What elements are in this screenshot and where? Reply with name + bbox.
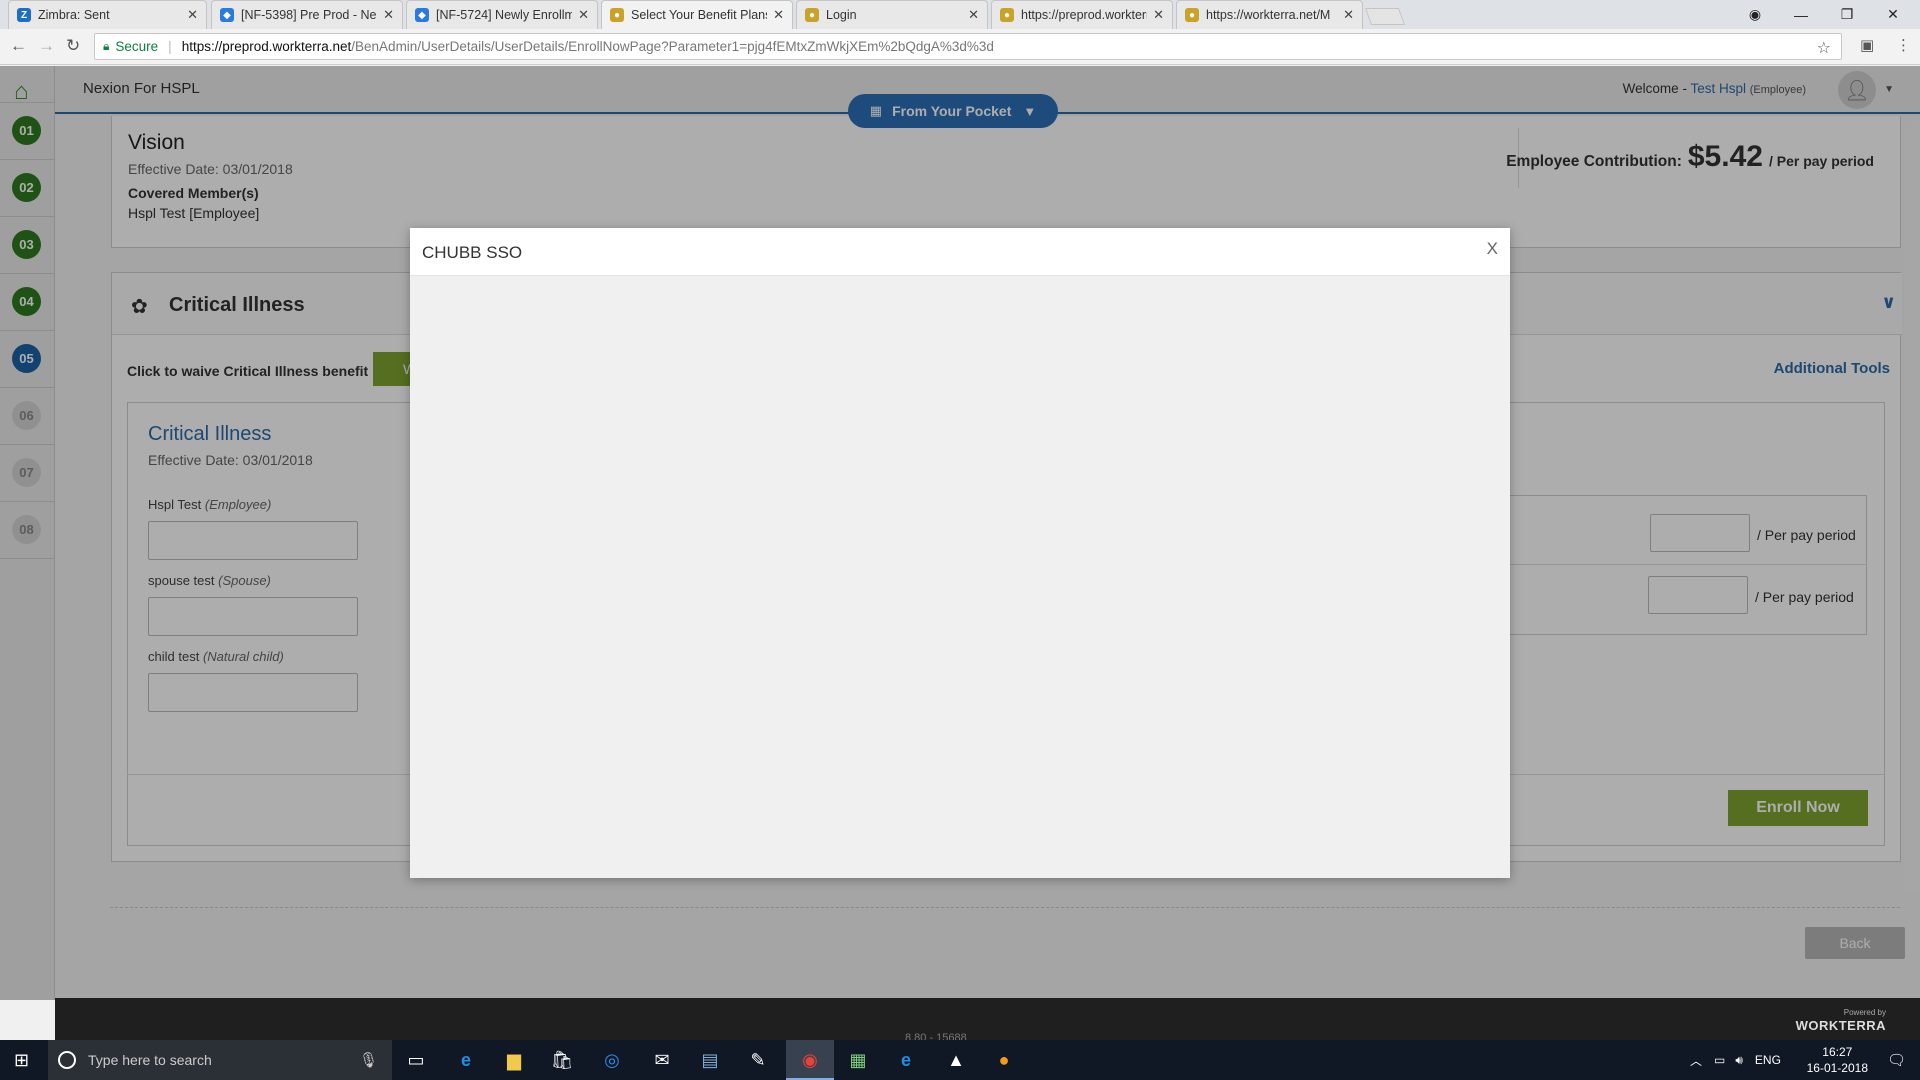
minimize-icon[interactable]: — [1778, 0, 1824, 29]
powered-by-label: Powered by [1843, 1008, 1886, 1017]
powered-by-logo: Powered by WORKTERRA [1796, 1008, 1886, 1035]
taskbar-search[interactable]: Type here to search 🎙︎ [48, 1040, 392, 1080]
edge-icon[interactable]: e [454, 1048, 478, 1072]
tab-label: Select Your Benefit Plans [631, 8, 768, 22]
url-separator: | [168, 39, 172, 54]
calculator-icon[interactable]: ▦ [846, 1048, 870, 1072]
tab-label: https://workterra.net/M [1206, 8, 1331, 22]
tab-close-icon[interactable]: ✕ [383, 7, 394, 23]
profile-icon[interactable]: ◉ [1732, 0, 1778, 29]
browser-tab[interactable]: ◆ [NF-5724] Newly Enrollm ✕ [406, 0, 598, 29]
tab-close-icon[interactable]: ✕ [1343, 7, 1354, 23]
language-indicator[interactable]: ENG [1755, 1053, 1781, 1067]
notes-icon[interactable]: ▤ [698, 1048, 722, 1072]
url-input[interactable]: 🔒︎ Secure | https://preprod.workterra.ne… [94, 33, 1842, 60]
tab-label: [NF-5398] Pre Prod - Ne [241, 8, 377, 22]
tab-favicon-icon: ◆ [415, 8, 429, 22]
volume-icon[interactable]: 🔊︎ [1735, 1053, 1743, 1068]
menu-dots-icon[interactable]: ⋮ [1896, 36, 1911, 54]
windows-taskbar: ⊞ Type here to search 🎙︎ ▭ e ▆ 🛍︎ ◎ ✉ ▤ … [0, 1040, 1920, 1080]
secure-label: Secure [115, 39, 159, 54]
tab-favicon-icon: ● [1000, 8, 1014, 22]
browser-tab[interactable]: ● Login ✕ [796, 0, 988, 29]
taskbar-clock[interactable]: 16:27 16-01-2018 [1807, 1044, 1868, 1076]
internet-explorer-icon[interactable]: e [894, 1048, 918, 1072]
system-tray: ︿ ▭ 🔊︎ ENG [1690, 1040, 1781, 1080]
maximize-icon[interactable]: ❐ [1824, 0, 1870, 29]
url-path: /BenAdmin/UserDetails/UserDetails/Enroll… [351, 39, 994, 54]
mail-icon[interactable]: ✉ [650, 1048, 674, 1072]
modal-title: CHUBB SSO [422, 243, 523, 262]
browser-tab[interactable]: ● https://workterra.net/M ✕ [1176, 0, 1363, 29]
address-bar: ← → ↻ 🔒︎ Secure | https://preprod.workte… [0, 29, 1920, 65]
safari-icon[interactable]: ◎ [600, 1048, 624, 1072]
app-footer: 8.80 - 15688 Powered by WORKTERRA [55, 998, 1920, 1044]
notification-icon[interactable]: 🗨︎ [1887, 1051, 1906, 1069]
tab-label: [NF-5724] Newly Enrollm [436, 8, 573, 22]
tab-close-icon[interactable]: ✕ [578, 7, 589, 23]
modal-close-button[interactable]: X [1487, 239, 1498, 259]
new-tab-button[interactable] [1364, 8, 1406, 25]
lock-icon: 🔒︎ [103, 39, 110, 53]
browser-tab[interactable]: ◆ [NF-5398] Pre Prod - Ne ✕ [211, 0, 403, 29]
cortana-icon [58, 1051, 76, 1069]
extension-icon[interactable]: ▣ [1860, 36, 1874, 54]
bookmark-star-icon[interactable]: ☆ [1817, 38, 1831, 58]
tab-label: Login [826, 8, 857, 22]
firefox-icon[interactable]: ● [992, 1048, 1016, 1072]
tab-favicon-icon: ● [1185, 8, 1199, 22]
browser-tab[interactable]: Z Zimbra: Sent ✕ [8, 0, 207, 29]
photos-icon[interactable]: ▲ [944, 1048, 968, 1072]
microphone-icon[interactable]: 🎙︎ [359, 1051, 378, 1069]
reload-icon[interactable]: ↻ [66, 36, 80, 56]
close-window-icon[interactable]: ✕ [1870, 0, 1916, 29]
windows-start-icon[interactable]: ⊞ [14, 1050, 29, 1071]
browser-tab[interactable]: ● Select Your Benefit Plans ✕ [601, 0, 793, 29]
brand-name: WORKTERRA [1795, 1018, 1886, 1033]
tab-favicon-icon: ● [610, 8, 624, 22]
browser-tab-bar: Z Zimbra: Sent ✕ ◆ [NF-5398] Pre Prod - Ne ✕ ◆… [0, 0, 1920, 29]
tab-favicon-icon: ● [805, 8, 819, 22]
chrome-icon[interactable]: ◉ [798, 1048, 822, 1072]
tab-close-icon[interactable]: ✕ [968, 7, 979, 23]
url-host: https://preprod.workterra.net [181, 39, 352, 54]
file-explorer-icon[interactable]: ▆ [502, 1048, 526, 1072]
search-placeholder: Type here to search [88, 1052, 212, 1068]
tray-expand-icon[interactable]: ︿ [1690, 1052, 1702, 1069]
network-icon[interactable]: ▭ [1714, 1053, 1725, 1067]
paint-icon[interactable]: ✎ [746, 1048, 770, 1072]
back-arrow-icon[interactable]: ← [10, 36, 27, 56]
tab-label: Zimbra: Sent [38, 8, 110, 22]
tab-close-icon[interactable]: ✕ [1153, 7, 1164, 23]
tab-close-icon[interactable]: ✕ [773, 7, 784, 23]
clock-date: 16-01-2018 [1806, 1061, 1868, 1075]
tab-label: https://preprod.workterr [1021, 8, 1148, 22]
task-view-icon[interactable]: ▭ [404, 1048, 428, 1072]
browser-tab[interactable]: ● https://preprod.workterr ✕ [991, 0, 1173, 29]
tab-close-icon[interactable]: ✕ [187, 7, 198, 23]
store-icon[interactable]: 🛍︎ [550, 1048, 574, 1072]
modal-body [410, 276, 1510, 876]
forward-arrow-icon[interactable]: → [38, 36, 55, 56]
chubb-sso-modal: CHUBB SSO X [410, 228, 1510, 878]
modal-header: CHUBB SSO X [410, 228, 1510, 276]
clock-time: 16:27 [1822, 1045, 1853, 1059]
tab-favicon-icon: ◆ [220, 8, 234, 22]
tab-favicon-icon: Z [17, 8, 31, 22]
